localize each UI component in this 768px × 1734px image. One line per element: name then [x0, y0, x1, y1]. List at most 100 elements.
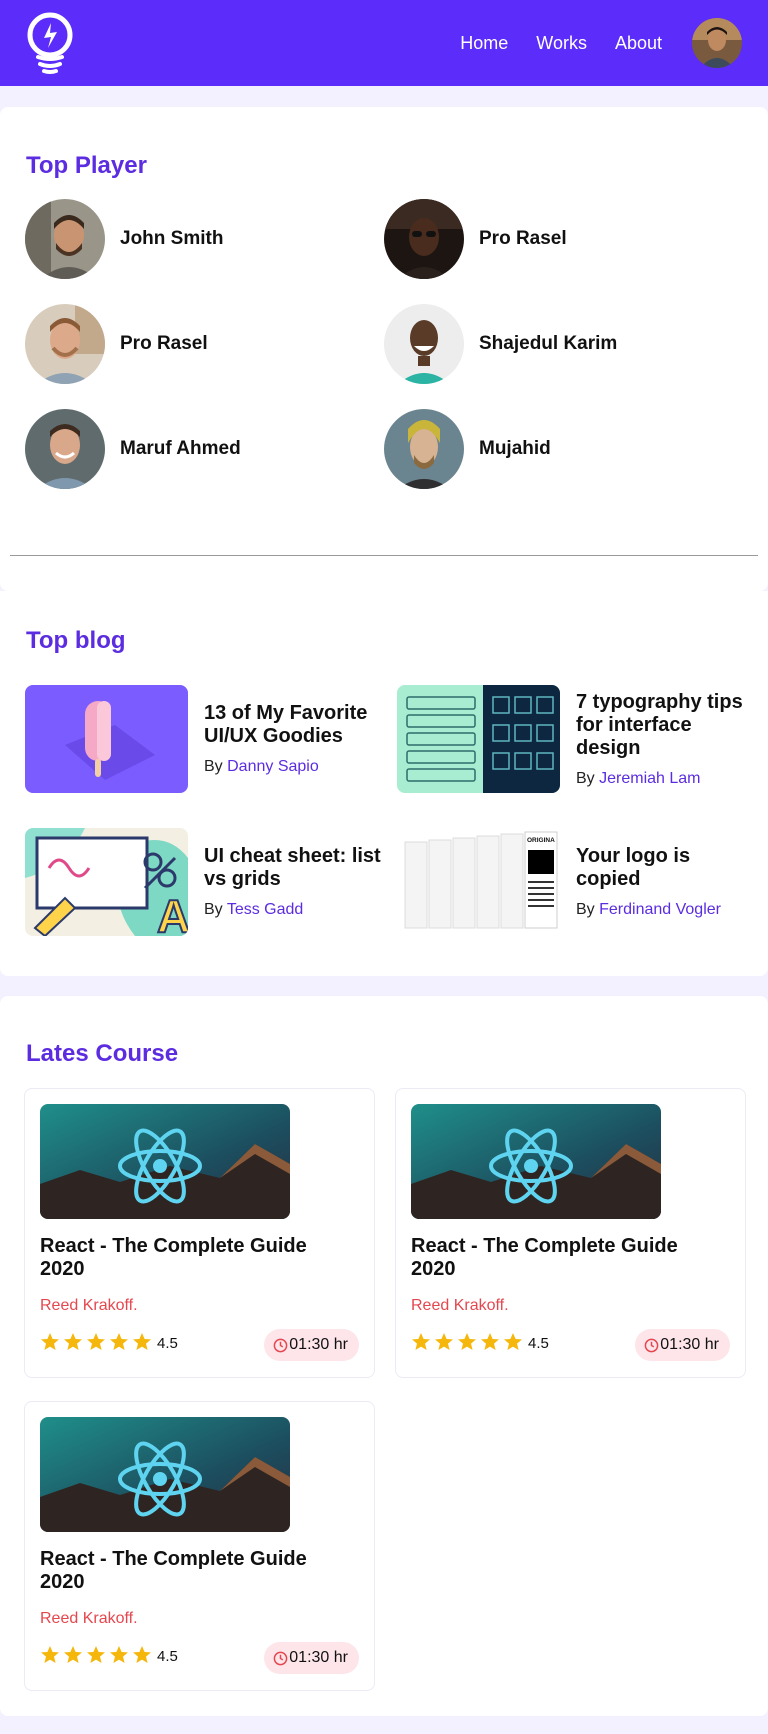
player-name: Mujahid: [479, 438, 551, 459]
star-icon: [504, 1332, 522, 1350]
section-title-top-blog: Top blog: [26, 627, 126, 654]
blog-byline: By Ferdinand Vogler: [576, 901, 756, 919]
blog-byline: By Danny Sapio: [204, 758, 384, 776]
blog-text: Your logo is copied By Ferdinand Vogler: [576, 845, 756, 919]
duration-text: 01:30 hr: [289, 1336, 348, 1353]
blog-thumbnail: [397, 685, 560, 793]
star-rating: 4.5: [40, 1644, 178, 1665]
course-title[interactable]: React - The Complete Guide 2020: [411, 1235, 711, 1281]
top-player-section: Top Player John Smith Pro Rasel Pro Rase…: [0, 107, 768, 591]
player-name: Maruf Ahmed: [120, 438, 241, 459]
rating-value: 4.5: [157, 1648, 178, 1665]
player-card[interactable]: John Smith: [25, 199, 223, 279]
star-icon: [41, 1645, 59, 1663]
star-icon: [412, 1332, 430, 1350]
by-label: By: [204, 758, 223, 775]
duration-badge: 01:30 hr: [264, 1329, 359, 1361]
star-icon: [481, 1332, 499, 1350]
blog-post-card[interactable]: ORIGINA Your logo is copied By Ferdinand…: [397, 828, 756, 936]
nav-link-about[interactable]: About: [615, 33, 662, 54]
top-navbar: Home Works About: [0, 0, 768, 86]
course-title[interactable]: React - The Complete Guide 2020: [40, 1548, 340, 1594]
star-icon: [87, 1645, 105, 1663]
star-icon: [133, 1332, 151, 1350]
star-icon: [64, 1645, 82, 1663]
svg-text:A: A: [157, 890, 188, 936]
blog-text: 7 typography tips for interface design B…: [576, 691, 756, 788]
nav-menu: Home Works About: [460, 18, 742, 68]
star-icon: [64, 1332, 82, 1350]
course-card[interactable]: React - The Complete Guide 2020 Reed Kra…: [24, 1088, 375, 1378]
duration-badge: 01:30 hr: [264, 1642, 359, 1674]
star-icon: [435, 1332, 453, 1350]
player-avatar: [25, 409, 105, 489]
course-author[interactable]: Reed Krakoff.: [411, 1297, 509, 1315]
blog-text: UI cheat sheet: list vs grids By Tess Ga…: [204, 845, 384, 919]
star-icon: [458, 1332, 476, 1350]
star-icon: [110, 1645, 128, 1663]
clock-icon: [644, 1338, 659, 1352]
lightbulb-logo-icon[interactable]: [24, 11, 76, 75]
blog-thumbnail: A: [25, 828, 188, 936]
nav-link-home[interactable]: Home: [460, 33, 508, 54]
blog-author-link[interactable]: Danny Sapio: [227, 758, 319, 775]
duration-text: 01:30 hr: [660, 1336, 719, 1353]
latest-course-section: Lates Course React - The Complete Guide …: [0, 996, 768, 1716]
by-label: By: [204, 901, 223, 918]
player-avatar: [384, 199, 464, 279]
blog-title[interactable]: 7 typography tips for interface design: [576, 691, 756, 760]
duration-badge: 01:30 hr: [635, 1329, 730, 1361]
clock-icon: [273, 1338, 288, 1352]
blog-post-card[interactable]: A UI cheat sheet: list vs grids By Tess …: [25, 828, 384, 936]
blog-byline: By Tess Gadd: [204, 901, 384, 919]
player-avatar: [25, 199, 105, 279]
section-title-top-player: Top Player: [26, 152, 147, 179]
logo-lettering: ORIGINA: [527, 837, 555, 844]
by-label: By: [576, 769, 595, 787]
player-card[interactable]: Mujahid: [384, 409, 551, 489]
blog-post-card[interactable]: 13 of My Favorite UI/UX Goodies By Danny…: [25, 685, 384, 793]
blog-thumbnail: [25, 685, 188, 793]
player-name: John Smith: [120, 228, 224, 249]
blog-text: 13 of My Favorite UI/UX Goodies By Danny…: [204, 702, 384, 776]
course-author[interactable]: Reed Krakoff.: [40, 1297, 138, 1315]
star-rating: 4.5: [40, 1331, 178, 1352]
course-title[interactable]: React - The Complete Guide 2020: [40, 1235, 340, 1281]
course-card[interactable]: React - The Complete Guide 2020 Reed Kra…: [395, 1088, 746, 1378]
nav-link-works[interactable]: Works: [536, 33, 587, 54]
player-name: Pro Rasel: [120, 333, 208, 354]
section-divider: [10, 555, 758, 556]
clock-icon: [273, 1651, 288, 1665]
star-icon: [110, 1332, 128, 1350]
blog-title[interactable]: 13 of My Favorite UI/UX Goodies: [204, 702, 384, 748]
player-card[interactable]: Pro Rasel: [25, 304, 208, 384]
blog-title[interactable]: Your logo is copied: [576, 845, 756, 891]
blog-byline: By Jeremiah Lam: [576, 770, 756, 788]
star-icon: [87, 1332, 105, 1350]
blog-post-card[interactable]: 7 typography tips for interface design B…: [397, 685, 756, 793]
section-title-latest-course: Lates Course: [26, 1040, 179, 1067]
blog-thumbnail: ORIGINA: [397, 828, 560, 936]
player-avatar: [384, 304, 464, 384]
course-card[interactable]: React - The Complete Guide 2020 Reed Kra…: [24, 1401, 375, 1691]
duration-text: 01:30 hr: [289, 1649, 348, 1666]
player-avatar: [25, 304, 105, 384]
blog-author-link[interactable]: Tess Gadd: [227, 901, 303, 918]
player-card[interactable]: Maruf Ahmed: [25, 409, 241, 489]
course-thumbnail: [411, 1104, 661, 1219]
player-name: Pro Rasel: [479, 228, 567, 249]
rating-value: 4.5: [157, 1335, 178, 1352]
player-avatar: [384, 409, 464, 489]
course-author[interactable]: Reed Krakoff.: [40, 1610, 138, 1628]
blog-author-link[interactable]: Jeremiah Lam: [599, 770, 700, 787]
player-card[interactable]: Pro Rasel: [384, 199, 567, 279]
player-card[interactable]: Shajedul Karim: [384, 304, 617, 384]
star-icon: [133, 1645, 151, 1663]
rating-value: 4.5: [528, 1335, 549, 1352]
blog-title[interactable]: UI cheat sheet: list vs grids: [204, 845, 384, 891]
player-name: Shajedul Karim: [479, 333, 618, 354]
star-icon: [41, 1332, 59, 1350]
course-thumbnail: [40, 1417, 290, 1532]
blog-author-link[interactable]: Ferdinand Vogler: [599, 901, 721, 918]
user-avatar[interactable]: [692, 18, 742, 68]
